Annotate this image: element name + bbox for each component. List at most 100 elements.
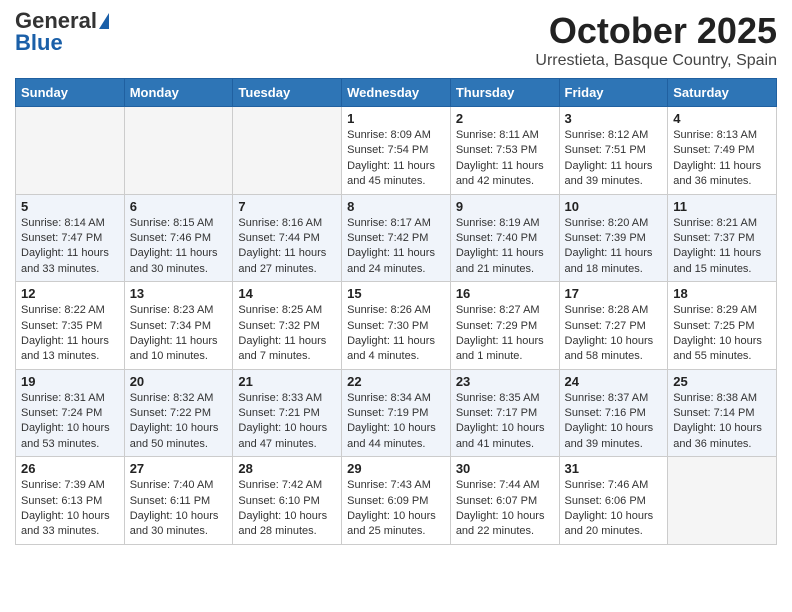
col-header-tuesday: Tuesday [233,79,342,107]
calendar-cell: 2Sunrise: 8:11 AM Sunset: 7:53 PM Daylig… [450,107,559,195]
calendar-cell: 11Sunrise: 8:21 AM Sunset: 7:37 PM Dayli… [668,194,777,282]
day-number: 23 [456,374,554,389]
day-number: 3 [565,111,663,126]
day-number: 5 [21,199,119,214]
day-info: Sunrise: 8:26 AM Sunset: 7:30 PM Dayligh… [347,303,445,365]
calendar-cell: 3 Sunrise: 8:12 AM Sunset: 7:51 PM Daylig… [559,107,668,195]
day-info: Sunrise: 7:40 AM Sunset: 6:11 PM Dayligh… [130,478,228,540]
day-number: 14 [238,286,336,301]
calendar-cell: 9 Sunrise: 8:19 AM Sunset: 7:40 PM Daylig… [450,194,559,282]
day-info: Sunrise: 8:13 AM Sunset: 7:49 PM Dayligh… [673,128,771,190]
calendar-cell: 27 Sunrise: 7:40 AM Sunset: 6:11 PM Dayli… [124,457,233,545]
calendar-cell: 28Sunrise: 7:42 AM Sunset: 6:10 PM Dayli… [233,457,342,545]
day-info: Sunrise: 8:09 AM Sunset: 7:54 PM Dayligh… [347,128,445,190]
calendar-cell: 19 Sunrise: 8:31 AM Sunset: 7:24 PM Dayli… [16,369,125,457]
day-number: 27 [130,461,228,476]
day-number: 24 [565,374,663,389]
calendar-week-row: 5 Sunrise: 8:14 AM Sunset: 7:47 PM Daylig… [16,194,777,282]
day-number: 31 [565,461,663,476]
calendar-cell: 4Sunrise: 8:13 AM Sunset: 7:49 PM Daylig… [668,107,777,195]
day-info: Sunrise: 8:33 AM Sunset: 7:21 PM Dayligh… [238,391,336,453]
day-info: Sunrise: 8:31 AM Sunset: 7:24 PM Dayligh… [21,391,119,453]
calendar-cell [124,107,233,195]
calendar-cell: 10Sunrise: 8:20 AM Sunset: 7:39 PM Dayli… [559,194,668,282]
day-info: Sunrise: 8:27 AM Sunset: 7:29 PM Dayligh… [456,303,554,365]
calendar-cell: 26 Sunrise: 7:39 AM Sunset: 6:13 PM Dayli… [16,457,125,545]
day-info: Sunrise: 8:22 AM Sunset: 7:35 PM Dayligh… [21,303,119,365]
day-info: Sunrise: 8:28 AM Sunset: 7:27 PM Dayligh… [565,303,663,365]
calendar-week-row: 26 Sunrise: 7:39 AM Sunset: 6:13 PM Dayli… [16,457,777,545]
day-info: Sunrise: 8:35 AM Sunset: 7:17 PM Dayligh… [456,391,554,453]
col-header-friday: Friday [559,79,668,107]
day-number: 19 [21,374,119,389]
calendar-cell: 24Sunrise: 8:37 AM Sunset: 7:16 PM Dayli… [559,369,668,457]
day-number: 7 [238,199,336,214]
col-header-thursday: Thursday [450,79,559,107]
calendar-cell: 30 Sunrise: 7:44 AM Sunset: 6:07 PM Dayli… [450,457,559,545]
calendar-cell [233,107,342,195]
day-number: 1 [347,111,445,126]
day-info: Sunrise: 8:29 AM Sunset: 7:25 PM Dayligh… [673,303,771,365]
day-number: 16 [456,286,554,301]
day-number: 20 [130,374,228,389]
calendar-cell: 16 Sunrise: 8:27 AM Sunset: 7:29 PM Dayli… [450,282,559,370]
page-title: October 2025 [535,10,777,52]
calendar-cell: 21 Sunrise: 8:33 AM Sunset: 7:21 PM Dayli… [233,369,342,457]
calendar-week-row: 19 Sunrise: 8:31 AM Sunset: 7:24 PM Dayli… [16,369,777,457]
day-number: 9 [456,199,554,214]
day-info: Sunrise: 8:14 AM Sunset: 7:47 PM Dayligh… [21,216,119,278]
calendar-cell [668,457,777,545]
day-info: Sunrise: 7:43 AM Sunset: 6:09 PM Dayligh… [347,478,445,540]
logo: General Blue [15,10,109,54]
day-info: Sunrise: 8:12 AM Sunset: 7:51 PM Dayligh… [565,128,663,190]
day-info: Sunrise: 8:15 AM Sunset: 7:46 PM Dayligh… [130,216,228,278]
calendar-cell: 18Sunrise: 8:29 AM Sunset: 7:25 PM Dayli… [668,282,777,370]
page-header: General Blue October 2025 Urrestieta, Ba… [15,10,777,70]
calendar-cell: 15 Sunrise: 8:26 AM Sunset: 7:30 PM Dayli… [342,282,451,370]
calendar-cell: 25 Sunrise: 8:38 AM Sunset: 7:14 PM Dayli… [668,369,777,457]
calendar-cell: 1 Sunrise: 8:09 AM Sunset: 7:54 PM Daylig… [342,107,451,195]
day-number: 25 [673,374,771,389]
col-header-saturday: Saturday [668,79,777,107]
day-info: Sunrise: 8:21 AM Sunset: 7:37 PM Dayligh… [673,216,771,278]
day-number: 17 [565,286,663,301]
day-number: 8 [347,199,445,214]
col-header-monday: Monday [124,79,233,107]
calendar-cell: 7 Sunrise: 8:16 AM Sunset: 7:44 PM Daylig… [233,194,342,282]
day-info: Sunrise: 8:32 AM Sunset: 7:22 PM Dayligh… [130,391,228,453]
day-number: 26 [21,461,119,476]
day-info: Sunrise: 8:23 AM Sunset: 7:34 PM Dayligh… [130,303,228,365]
calendar-cell: 22Sunrise: 8:34 AM Sunset: 7:19 PM Dayli… [342,369,451,457]
page-subtitle: Urrestieta, Basque Country, Spain [535,52,777,70]
calendar-cell: 6 Sunrise: 8:15 AM Sunset: 7:46 PM Daylig… [124,194,233,282]
logo-blue-text: Blue [15,32,63,54]
calendar-table: SundayMondayTuesdayWednesdayThursdayFrid… [15,78,777,545]
day-info: Sunrise: 7:46 AM Sunset: 6:06 PM Dayligh… [565,478,663,540]
day-info: Sunrise: 8:34 AM Sunset: 7:19 PM Dayligh… [347,391,445,453]
day-number: 6 [130,199,228,214]
day-info: Sunrise: 7:39 AM Sunset: 6:13 PM Dayligh… [21,478,119,540]
day-info: Sunrise: 8:19 AM Sunset: 7:40 PM Dayligh… [456,216,554,278]
day-info: Sunrise: 8:11 AM Sunset: 7:53 PM Dayligh… [456,128,554,190]
calendar-cell: 14Sunrise: 8:25 AM Sunset: 7:32 PM Dayli… [233,282,342,370]
day-number: 21 [238,374,336,389]
calendar-cell: 12 Sunrise: 8:22 AM Sunset: 7:35 PM Dayli… [16,282,125,370]
calendar-cell: 13 Sunrise: 8:23 AM Sunset: 7:34 PM Dayli… [124,282,233,370]
calendar-week-row: 12 Sunrise: 8:22 AM Sunset: 7:35 PM Dayli… [16,282,777,370]
logo-general-text: General [15,10,97,32]
day-info: Sunrise: 8:17 AM Sunset: 7:42 PM Dayligh… [347,216,445,278]
title-block: October 2025 Urrestieta, Basque Country,… [535,10,777,70]
day-info: Sunrise: 8:38 AM Sunset: 7:14 PM Dayligh… [673,391,771,453]
day-number: 12 [21,286,119,301]
day-number: 13 [130,286,228,301]
day-number: 15 [347,286,445,301]
logo-triangle-icon [99,13,109,29]
calendar-cell: 29Sunrise: 7:43 AM Sunset: 6:09 PM Dayli… [342,457,451,545]
day-number: 10 [565,199,663,214]
day-number: 30 [456,461,554,476]
day-info: Sunrise: 8:16 AM Sunset: 7:44 PM Dayligh… [238,216,336,278]
calendar-cell: 23 Sunrise: 8:35 AM Sunset: 7:17 PM Dayli… [450,369,559,457]
calendar-cell: 8 Sunrise: 8:17 AM Sunset: 7:42 PM Daylig… [342,194,451,282]
calendar-cell [16,107,125,195]
day-info: Sunrise: 7:44 AM Sunset: 6:07 PM Dayligh… [456,478,554,540]
